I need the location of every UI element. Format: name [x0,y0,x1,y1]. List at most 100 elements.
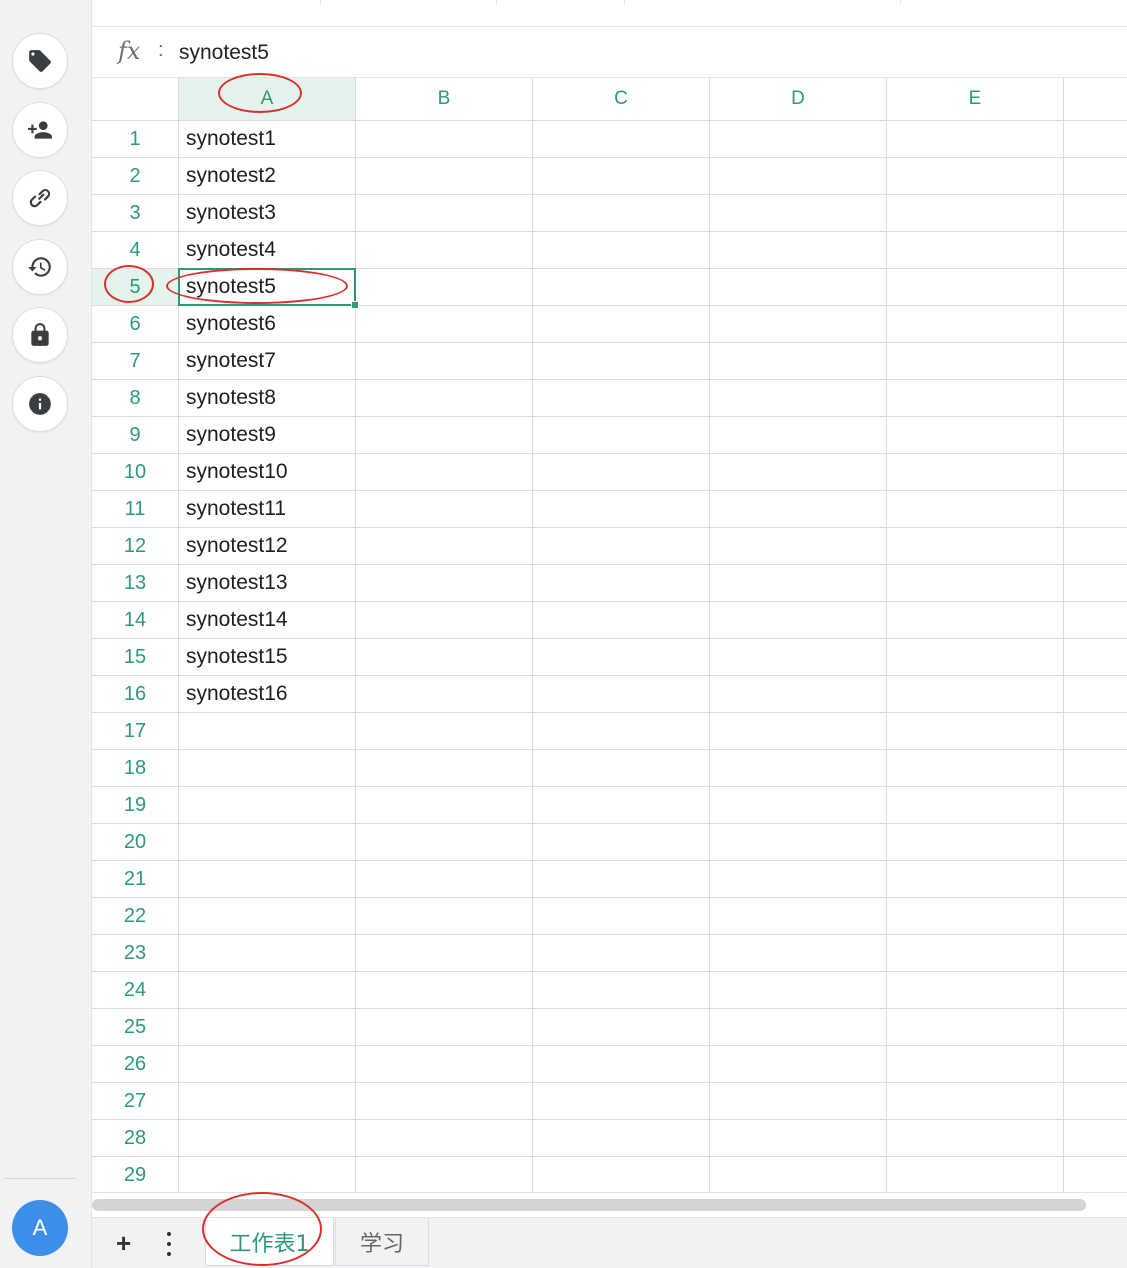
cell[interactable] [1064,232,1127,269]
row-header[interactable]: 15 [92,639,179,676]
formula-input[interactable]: synotest5 [179,41,269,65]
row-header[interactable]: 18 [92,750,179,787]
row-header[interactable]: 21 [92,861,179,898]
cell[interactable] [356,158,533,195]
lock-button[interactable] [12,307,68,363]
cell[interactable] [533,750,710,787]
cell[interactable]: synotest12 [179,528,356,565]
cell[interactable] [179,1083,356,1120]
fill-handle[interactable] [351,301,359,309]
cell[interactable] [356,750,533,787]
cell[interactable] [356,1009,533,1046]
cell[interactable] [710,1157,887,1192]
cell[interactable] [533,935,710,972]
row-header[interactable]: 26 [92,1046,179,1083]
cell[interactable] [356,380,533,417]
cell[interactable] [356,713,533,750]
row-header[interactable]: 8 [92,380,179,417]
cell[interactable] [533,195,710,232]
cell[interactable] [710,602,887,639]
column-header-d[interactable]: D [710,78,887,121]
history-button[interactable] [12,239,68,295]
cell[interactable] [887,1083,1064,1120]
row-header[interactable]: 20 [92,824,179,861]
cell[interactable] [887,861,1064,898]
link-button[interactable] [12,170,68,226]
formula-bar[interactable]: fx : synotest5 [92,27,1127,78]
row-header[interactable]: 24 [92,972,179,1009]
cell[interactable] [887,824,1064,861]
cell[interactable] [356,306,533,343]
cell[interactable] [179,972,356,1009]
cell[interactable] [887,602,1064,639]
select-all-corner[interactable] [92,78,179,121]
cell[interactable] [533,713,710,750]
cell[interactable] [533,417,710,454]
cell[interactable]: synotest2 [179,158,356,195]
cell[interactable] [356,565,533,602]
cell[interactable] [1064,1120,1127,1157]
cell[interactable]: synotest15 [179,639,356,676]
cell[interactable] [1064,380,1127,417]
cell[interactable] [1064,1009,1127,1046]
cell[interactable] [356,269,533,306]
cell[interactable] [710,713,887,750]
cell[interactable] [533,824,710,861]
cell[interactable] [356,861,533,898]
column-header-b[interactable]: B [356,78,533,121]
cell[interactable] [356,491,533,528]
cell[interactable] [356,602,533,639]
row-header[interactable]: 16 [92,676,179,713]
cell[interactable] [887,269,1064,306]
cell[interactable] [356,676,533,713]
cell[interactable] [356,417,533,454]
cell[interactable] [1064,787,1127,824]
row-header[interactable]: 12 [92,528,179,565]
cell[interactable] [1064,1157,1127,1192]
column-header-c[interactable]: C [533,78,710,121]
row-header[interactable]: 2 [92,158,179,195]
cell[interactable] [179,1046,356,1083]
cell[interactable] [887,195,1064,232]
cell[interactable] [1064,121,1127,158]
cell[interactable] [1064,750,1127,787]
cell[interactable]: synotest3 [179,195,356,232]
cell[interactable] [356,528,533,565]
cell[interactable]: synotest11 [179,491,356,528]
cell[interactable] [1064,528,1127,565]
cell[interactable] [1064,1083,1127,1120]
cell[interactable]: synotest14 [179,602,356,639]
spreadsheet-grid[interactable]: A B C D E 1 synotest1 2 synotest2 3 synotest3 4 syno… [92,78,1127,1192]
cell[interactable] [710,676,887,713]
cell[interactable] [356,639,533,676]
sheet-tab[interactable]: 工作表1 [205,1218,334,1266]
cell[interactable] [887,972,1064,1009]
cell[interactable] [710,528,887,565]
cell[interactable] [710,972,887,1009]
cell[interactable] [533,602,710,639]
cell[interactable] [710,898,887,935]
cell[interactable] [887,713,1064,750]
cell[interactable] [710,417,887,454]
cell[interactable] [356,454,533,491]
row-header[interactable]: 27 [92,1083,179,1120]
column-header[interactable] [1064,78,1127,121]
cell[interactable]: synotest1 [179,121,356,158]
cell[interactable] [533,158,710,195]
cell[interactable] [710,565,887,602]
cell[interactable] [533,1083,710,1120]
avatar[interactable]: A [12,1200,68,1256]
cell[interactable] [179,898,356,935]
cell[interactable] [533,528,710,565]
cell[interactable] [710,639,887,676]
cell[interactable] [887,787,1064,824]
cell[interactable] [1064,195,1127,232]
row-header[interactable]: 10 [92,454,179,491]
cell[interactable] [1064,417,1127,454]
row-header[interactable]: 4 [92,232,179,269]
cell[interactable] [179,935,356,972]
cell[interactable] [887,528,1064,565]
cell[interactable] [710,121,887,158]
column-header-a[interactable]: A [179,78,356,121]
cell[interactable] [179,824,356,861]
